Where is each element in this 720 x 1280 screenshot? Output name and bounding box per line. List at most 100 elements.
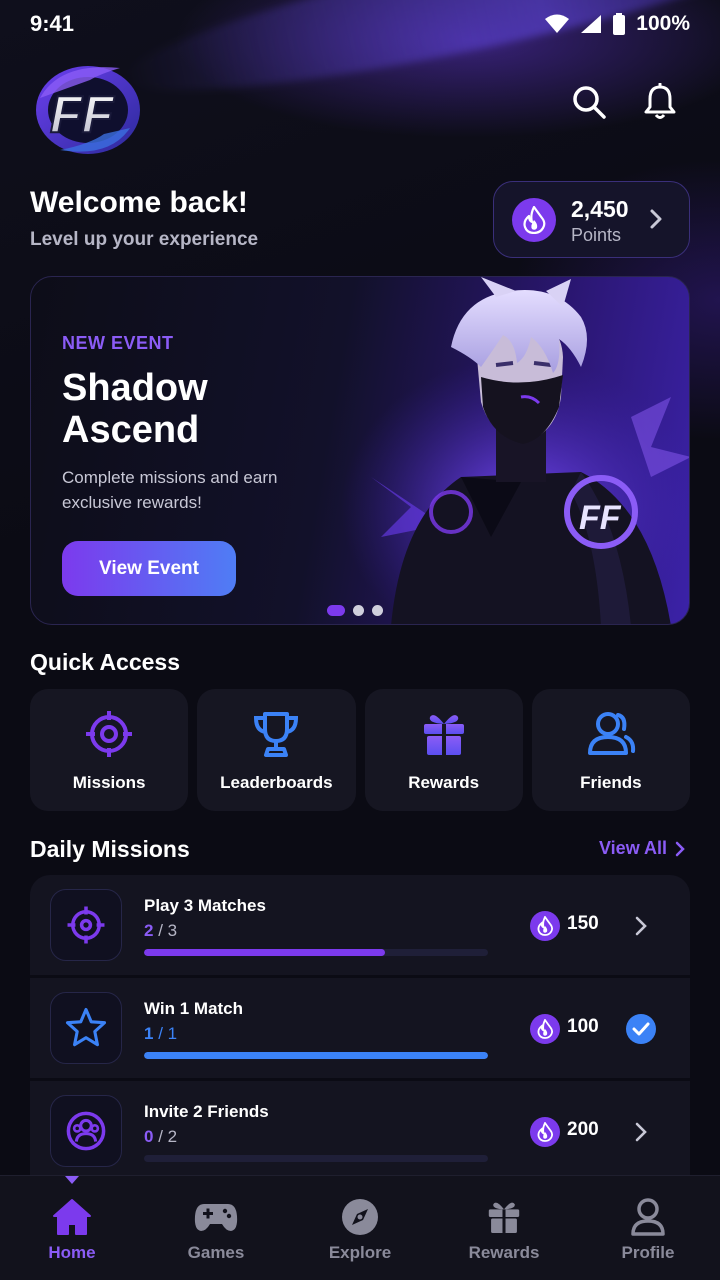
mission-progress-text: 1 / 1 [144, 1024, 177, 1044]
nav-label: Rewards [468, 1243, 540, 1262]
points-label: Points [571, 225, 622, 245]
flame-icon [530, 911, 560, 941]
profile-icon [626, 1196, 670, 1238]
nav-home[interactable]: Home [0, 1176, 144, 1280]
event-character-art: FF [341, 277, 689, 624]
search-icon [573, 86, 606, 119]
home-icon [50, 1196, 94, 1238]
status-bar: 9:41 100% [0, 0, 720, 48]
nav-active-indicator [65, 1176, 79, 1184]
nav-explore[interactable]: Explore [288, 1176, 432, 1280]
mission-reward-points: 150 [567, 913, 599, 934]
carousel-dot[interactable] [372, 605, 383, 616]
mission-progress-fill [144, 1052, 488, 1059]
nav-label: Games [187, 1243, 245, 1262]
quick-access-title: Quick Access [30, 649, 181, 675]
quick-access-label: Friends [580, 773, 642, 792]
mission-reward-points: 200 [567, 1119, 599, 1140]
quick-access-missions[interactable]: Missions [30, 689, 189, 811]
points-card[interactable]: 2,450 Points [493, 181, 690, 258]
mission-reward-points: 100 [567, 1016, 599, 1037]
mission-progress-total: / 2 [158, 1127, 178, 1146]
ff-logo[interactable]: FF [30, 58, 148, 158]
view-all-link[interactable]: View All [599, 838, 685, 859]
battery-icon [613, 13, 626, 35]
target-icon [67, 906, 105, 944]
search-button[interactable] [569, 82, 609, 122]
mission-progress-current: 2 [144, 921, 154, 940]
flame-icon [512, 198, 556, 242]
quick-access-leaderboards[interactable]: Leaderboards [197, 689, 356, 811]
mission-name: Win 1 Match [144, 999, 244, 1018]
nav-games[interactable]: Games [144, 1176, 288, 1280]
flame-icon [530, 1014, 560, 1044]
chevron-right-icon [635, 916, 647, 936]
mission-icon-box [50, 1095, 122, 1167]
mission-row[interactable]: Invite 2 Friends 0 / 2 200 [30, 1081, 690, 1175]
event-banner[interactable]: FF NEW EVENT Shadow Ascend Complete miss… [30, 276, 690, 625]
quick-access-label: Rewards [408, 773, 480, 792]
welcome-subtitle: Level up your experience [30, 229, 259, 250]
star-icon [65, 1007, 107, 1047]
view-all-label: View All [599, 838, 668, 858]
view-event-button[interactable]: View Event [62, 541, 236, 596]
mission-progress-fill [144, 949, 385, 956]
notifications-button[interactable] [640, 82, 680, 122]
svg-text:FF: FF [579, 499, 622, 537]
mission-progress-bar [144, 1155, 488, 1162]
nav-profile[interactable]: Profile [576, 1176, 720, 1280]
quick-access-label: Missions [72, 773, 146, 792]
event-title: Shadow Ascend [62, 367, 208, 451]
mission-progress-bar [144, 949, 488, 956]
quick-access-grid: Missions Leaderboards Rewards Friends [30, 689, 690, 811]
flame-icon [530, 1117, 560, 1147]
mission-completed-badge [626, 1014, 656, 1044]
carousel-dot-active[interactable] [327, 605, 345, 616]
logo-text: FF [50, 86, 115, 144]
daily-missions-list: Play 3 Matches 2 / 3 150 Win 1 Match 1 /… [30, 875, 690, 1175]
mission-name: Play 3 Matches [144, 896, 266, 915]
battery-percentage: 100% [636, 12, 690, 35]
welcome-title: Welcome back! [30, 186, 248, 219]
app-header: FF [0, 50, 720, 160]
quick-access-rewards[interactable]: Rewards [364, 689, 523, 811]
gift-icon [423, 715, 464, 755]
gamepad-icon [194, 1196, 238, 1238]
check-circle-icon [626, 1014, 656, 1044]
nav-label: Profile [621, 1243, 675, 1262]
nav-rewards[interactable]: Rewards [432, 1176, 576, 1280]
nav-label: Explore [328, 1243, 392, 1262]
mission-progress-bar [144, 1052, 488, 1059]
bell-icon [644, 83, 676, 119]
status-indicators: 100% [544, 12, 690, 36]
mission-open-button[interactable] [626, 911, 656, 941]
carousel-dot[interactable] [353, 605, 364, 616]
mission-icon-box [50, 992, 122, 1064]
quick-access-friends[interactable]: Friends [531, 689, 690, 811]
carousel-indicator[interactable] [327, 605, 383, 616]
quick-access-label: Leaderboards [220, 773, 333, 792]
mission-progress-current: 1 [144, 1024, 154, 1043]
mission-progress-total: / 1 [158, 1024, 178, 1043]
mission-progress-total: / 3 [158, 921, 178, 940]
wifi-icon [545, 14, 570, 33]
chevron-right-icon [650, 209, 662, 229]
mission-row[interactable]: Win 1 Match 1 / 1 100 [30, 978, 690, 1078]
mission-progress-current: 0 [144, 1127, 154, 1146]
mission-row[interactable]: Play 3 Matches 2 / 3 150 [30, 875, 690, 975]
mission-icon-box [50, 889, 122, 961]
signal-icon [581, 15, 602, 33]
daily-missions-title: Daily Missions [30, 836, 190, 862]
nav-label: Home [48, 1243, 96, 1262]
mission-open-button[interactable] [626, 1117, 656, 1147]
mission-name: Invite 2 Friends [144, 1102, 269, 1121]
trophy-icon [254, 712, 299, 757]
compass-icon [338, 1196, 382, 1238]
mission-progress-text: 0 / 2 [144, 1127, 177, 1147]
event-description: Complete missions and earn exclusive rew… [62, 468, 278, 512]
points-value: 2,450 [571, 196, 629, 222]
mission-progress-text: 2 / 3 [144, 921, 177, 941]
friends-icon [587, 712, 635, 755]
status-time: 9:41 [30, 11, 75, 36]
gift-icon [482, 1196, 526, 1238]
